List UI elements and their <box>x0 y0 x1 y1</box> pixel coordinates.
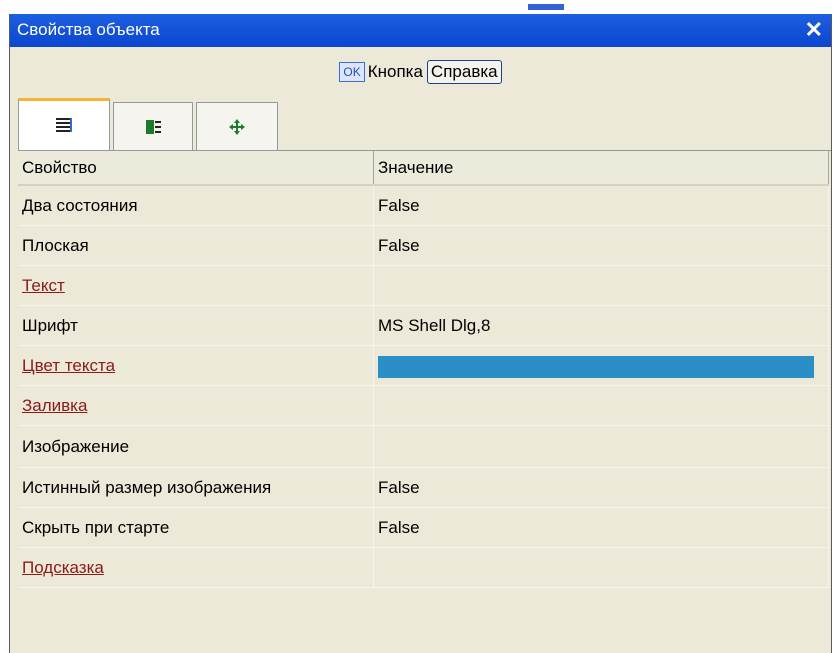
close-icon[interactable]: ✕ <box>805 17 823 43</box>
object-type-label: Кнопка <box>367 62 423 81</box>
property-value-color[interactable] <box>373 345 829 386</box>
properties-panel: Свойство Значение Два состояния False Пл… <box>18 150 831 653</box>
ok-button-icon: OK <box>339 62 365 82</box>
property-name: Шрифт <box>18 305 374 346</box>
table-row[interactable]: Скрыть при старте False <box>18 507 829 548</box>
table-row[interactable]: Два состояния False <box>18 185 829 226</box>
tab-events[interactable] <box>113 102 193 150</box>
properties-grid: Свойство Значение Два состояния False Пл… <box>18 151 829 588</box>
move-icon <box>197 117 277 142</box>
property-link-fill[interactable]: Заливка <box>18 385 374 426</box>
table-row[interactable]: Истинный размер изображения False <box>18 467 829 508</box>
property-value[interactable]: False <box>373 185 829 226</box>
table-row[interactable]: Подсказка <box>18 547 829 588</box>
property-name: Изображение <box>18 425 374 468</box>
property-value[interactable] <box>373 425 829 468</box>
property-link-text-color[interactable]: Цвет текста <box>18 345 374 386</box>
window-title: Свойства объекта <box>17 20 160 39</box>
property-value[interactable]: False <box>373 507 829 548</box>
events-icon <box>114 117 192 142</box>
top-strip <box>0 0 834 12</box>
property-name: Два состояния <box>18 185 374 226</box>
table-row[interactable]: Шрифт MS Shell Dlg,8 <box>18 305 829 346</box>
color-swatch <box>378 355 814 378</box>
property-value[interactable]: MS Shell Dlg,8 <box>373 305 829 346</box>
property-name: Скрыть при старте <box>18 507 374 548</box>
tab-transform[interactable] <box>196 102 278 150</box>
column-header-value[interactable]: Значение <box>373 151 829 186</box>
object-properties-window: Свойства объекта ✕ OK Кнопка Справка Свойс… <box>9 14 832 653</box>
property-link-text[interactable]: Текст <box>18 265 374 306</box>
top-highlight-mark <box>528 4 564 10</box>
property-value[interactable] <box>373 385 829 426</box>
title-bar[interactable]: Свойства объекта ✕ <box>10 14 831 47</box>
property-name: Истинный размер изображения <box>18 467 374 508</box>
properties-list-icon <box>19 115 109 140</box>
help-button[interactable]: Справка <box>426 60 502 84</box>
table-row[interactable]: Заливка <box>18 385 829 426</box>
property-value[interactable]: False <box>373 467 829 508</box>
property-value[interactable]: False <box>373 225 829 266</box>
grid-header-row: Свойство Значение <box>18 151 829 186</box>
table-row[interactable]: Изображение <box>18 425 829 468</box>
table-row[interactable]: Плоская False <box>18 225 829 266</box>
tab-properties[interactable] <box>18 98 110 150</box>
table-row[interactable]: Цвет текста <box>18 345 829 386</box>
property-value[interactable] <box>373 265 829 306</box>
table-row[interactable]: Текст <box>18 265 829 306</box>
column-header-property[interactable]: Свойство <box>18 151 374 186</box>
object-header: OK Кнопка Справка <box>10 60 831 84</box>
property-value[interactable] <box>373 547 829 588</box>
property-link-tooltip[interactable]: Подсказка <box>18 547 374 588</box>
property-name: Плоская <box>18 225 374 266</box>
